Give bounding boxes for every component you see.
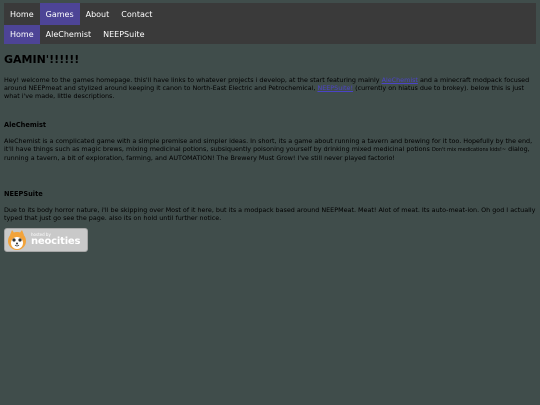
subnav-neepsuite[interactable]: NEEPSuite (97, 25, 150, 44)
nav-home[interactable]: Home (4, 3, 40, 25)
main-content: GAMIN'!!!!!! Hey! welcome to the games h… (4, 44, 536, 252)
badge-text: hosted by neocities (31, 233, 80, 247)
sub-nav: Home AleChemist NEEPSuite (4, 25, 536, 44)
nav-about[interactable]: About (80, 3, 116, 25)
page-title: GAMIN'!!!!!! (4, 53, 80, 66)
nav-games[interactable]: Games (39, 3, 80, 25)
intro-paragraph: Hey! welcome to the games homepage. this… (4, 76, 536, 100)
alechemist-paragraph: AleChemist is a complicated game with a … (4, 137, 536, 162)
neepsuite-link[interactable]: NEEPSuite! (317, 84, 353, 92)
alechemist-small-note: Don't mix medications kids!~ (431, 147, 507, 153)
subnav-alechemist[interactable]: AleChemist (40, 25, 98, 44)
neepsuite-heading: NEEPSuite (4, 190, 43, 198)
alechemist-link[interactable]: AleChemist (382, 76, 418, 84)
neocities-badge[interactable]: hosted by neocities (4, 228, 88, 252)
nav-contact[interactable]: Contact (115, 3, 158, 25)
subnav-home[interactable]: Home (4, 25, 40, 44)
neepsuite-paragraph: Due to its body horror nature, i'll be s… (4, 206, 536, 222)
intro-text-1: Hey! welcome to the games homepage. this… (4, 76, 382, 84)
neocities-cat-icon (8, 230, 26, 250)
badge-neocities: neocities (31, 236, 81, 247)
top-nav: Home Games About Contact (4, 3, 536, 25)
alechemist-heading: AleChemist (4, 121, 47, 129)
